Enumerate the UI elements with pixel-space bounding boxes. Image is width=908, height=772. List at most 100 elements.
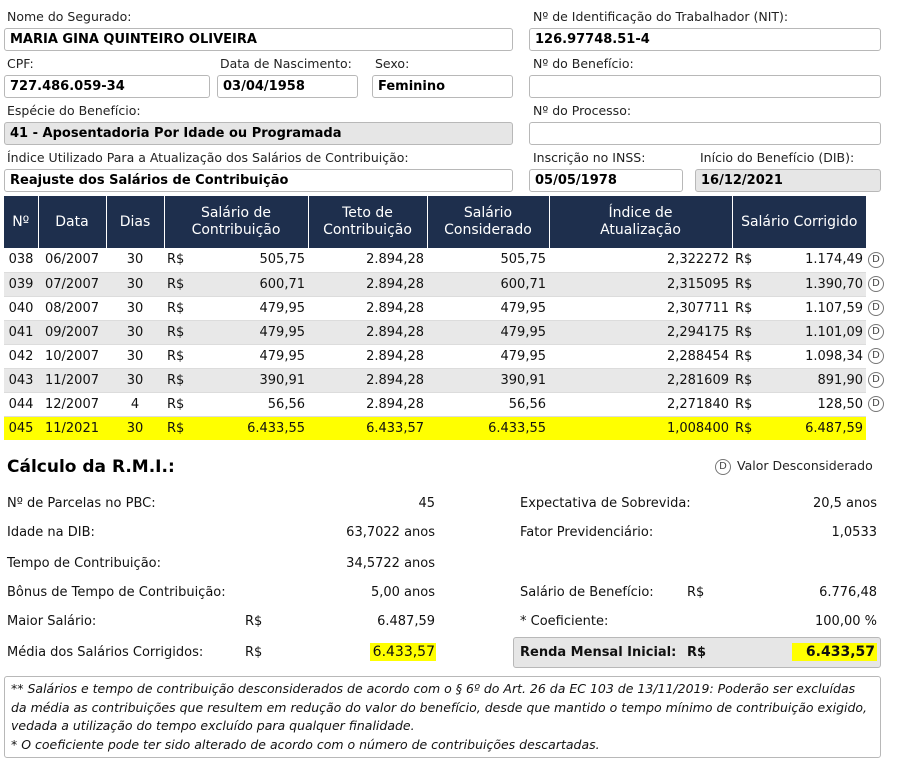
currency-symbol: R$	[735, 300, 753, 316]
row-corrigido: R$ 128,50	[732, 392, 866, 417]
currency-symbol: R$	[167, 276, 185, 292]
row-corrigido: R$ 1.098,34	[732, 344, 866, 369]
expectativa-value: 20,5 anos	[812, 496, 877, 511]
processo-field[interactable]	[529, 122, 881, 145]
row-flag	[866, 416, 886, 440]
tempo-label: Tempo de Contribuição:	[7, 556, 161, 571]
row-salario-amount: 600,71	[259, 276, 306, 292]
row-considerado: 56,56	[427, 392, 549, 417]
row-date: 11/2007	[38, 368, 106, 393]
row-indice: 2,271840	[549, 392, 732, 417]
sexo-field[interactable]: Feminino	[372, 75, 513, 98]
cpf-label: CPF:	[7, 56, 34, 71]
legend: D Valor Desconsiderado	[715, 458, 873, 475]
renda-label: Renda Mensal Inicial:	[520, 645, 677, 660]
row-salario: R$ 6.433,55	[164, 416, 308, 440]
desconsiderado-icon: D	[868, 276, 884, 292]
row-teto: 2.894,28	[308, 272, 427, 297]
dib-field: 16/12/2021	[695, 169, 881, 192]
row-salario: R$ 505,75	[164, 248, 308, 273]
row-corrigido-amount: 891,90	[817, 372, 864, 388]
desconsiderado-icon: D	[868, 252, 884, 268]
row-teto: 2.894,28	[308, 344, 427, 369]
currency-symbol: R$	[167, 372, 185, 388]
currency-symbol: R$	[735, 348, 753, 364]
renda-value: 6.433,57	[791, 643, 877, 661]
row-date: 11/2021	[38, 416, 106, 440]
header-indice-line2: Atualização	[600, 222, 681, 238]
row-date: 10/2007	[38, 344, 106, 369]
inscricao-label: Inscrição no INSS:	[533, 150, 646, 165]
row-days: 30	[106, 344, 164, 369]
tempo-value: 34,5722 anos	[346, 556, 435, 571]
row-flag: D	[866, 344, 886, 368]
fator-value: 1,0533	[831, 525, 878, 540]
row-days: 30	[106, 416, 164, 440]
row-salario-amount: 56,56	[267, 396, 305, 412]
row-teto: 6.433,57	[308, 416, 427, 440]
processo-label: Nº do Processo:	[533, 103, 632, 118]
row-days: 4	[106, 392, 164, 417]
currency-symbol: R$	[735, 420, 753, 436]
header-data: Data	[38, 196, 107, 248]
fator-label: Fator Previdenciário:	[520, 525, 654, 540]
coeficiente-label: * Coeficiente:	[520, 614, 609, 629]
row-salario-amount: 479,95	[259, 300, 306, 316]
bonus-label: Bônus de Tempo de Contribuição:	[7, 585, 226, 600]
row-number: 045	[4, 416, 38, 440]
currency-symbol: R$	[735, 324, 753, 340]
dib-label: Início do Benefício (DIB):	[700, 150, 855, 165]
row-corrigido: R$ 1.390,70	[732, 272, 866, 297]
table-row: 045 11/2021 30 R$ 6.433,55 6.433,57 6.433,55 1,…	[4, 416, 886, 440]
table-row: 038 06/2007 30 R$ 505,75 2.894,28 505,75 2,3222…	[4, 248, 886, 273]
table-row: 043 11/2007 30 R$ 390,91 2.894,28 390,91 2,2816…	[4, 368, 886, 393]
currency-symbol: R$	[167, 252, 185, 268]
row-salario-amount: 390,91	[259, 372, 306, 388]
row-date: 06/2007	[38, 248, 106, 273]
indice-field[interactable]: Reajuste dos Salários de Contribuição	[4, 169, 513, 192]
nome-field[interactable]: MARIA GINA QUINTEIRO OLIVEIRA	[4, 28, 513, 51]
row-teto: 2.894,28	[308, 296, 427, 321]
header-considerado-line1: Salário	[463, 205, 513, 221]
table-row: 042 10/2007 30 R$ 479,95 2.894,28 479,95 2,2884…	[4, 344, 886, 369]
row-corrigido-amount: 1.101,09	[805, 324, 863, 340]
row-corrigido-amount: 1.098,34	[805, 348, 863, 364]
table-header: Nº Data Dias Salário de Contribuição Teto…	[4, 196, 886, 248]
currency-symbol: R$	[167, 324, 185, 340]
table-row: 044 12/2007 4 R$ 56,56 2.894,28 56,56 2,271840 R…	[4, 392, 886, 417]
legend-text: Valor Desconsiderado	[737, 458, 873, 473]
row-considerado: 479,95	[427, 320, 549, 345]
row-date: 07/2007	[38, 272, 106, 297]
nit-field[interactable]: 126.97748.51-4	[529, 28, 881, 51]
desconsiderado-icon: D	[868, 348, 884, 364]
cpf-field[interactable]: 727.486.059-34	[4, 75, 210, 98]
row-indice: 2,281609	[549, 368, 732, 393]
row-indice: 2,288454	[549, 344, 732, 369]
row-considerado: 390,91	[427, 368, 549, 393]
currency-symbol: R$	[735, 396, 753, 412]
inscricao-field[interactable]: 05/05/1978	[529, 169, 683, 192]
header-indice: Índice de Atualização	[549, 196, 733, 248]
row-salario: R$ 479,95	[164, 320, 308, 345]
row-flag: D	[866, 248, 886, 272]
indice-label: Índice Utilizado Para a Atualização dos …	[7, 150, 409, 165]
table-row: 041 09/2007 30 R$ 479,95 2.894,28 479,95 2,2941…	[4, 320, 886, 345]
row-date: 09/2007	[38, 320, 106, 345]
row-flag: D	[866, 272, 886, 296]
row-teto: 2.894,28	[308, 392, 427, 417]
media-currency: R$	[245, 645, 263, 660]
maior-salario-label: Maior Salário:	[7, 614, 97, 629]
maior-salario-currency: R$	[245, 614, 263, 629]
beneficio-field[interactable]	[529, 75, 881, 98]
row-salario: R$ 56,56	[164, 392, 308, 417]
nit-label: Nº de Identificação do Trabalhador (NIT)…	[533, 9, 789, 24]
desconsiderado-icon: D	[868, 300, 884, 316]
rmi-title: Cálculo da R.M.I.:	[7, 457, 175, 477]
row-number: 038	[4, 248, 38, 273]
row-salario: R$ 479,95	[164, 344, 308, 369]
row-corrigido-amount: 1.174,49	[805, 252, 863, 268]
header-n: Nº	[4, 196, 39, 248]
notes-box: ** Salários e tempo de contribuição desc…	[4, 676, 881, 758]
header-teto: Teto de Contribuição	[308, 196, 428, 248]
nascimento-field[interactable]: 03/04/1958	[217, 75, 358, 98]
